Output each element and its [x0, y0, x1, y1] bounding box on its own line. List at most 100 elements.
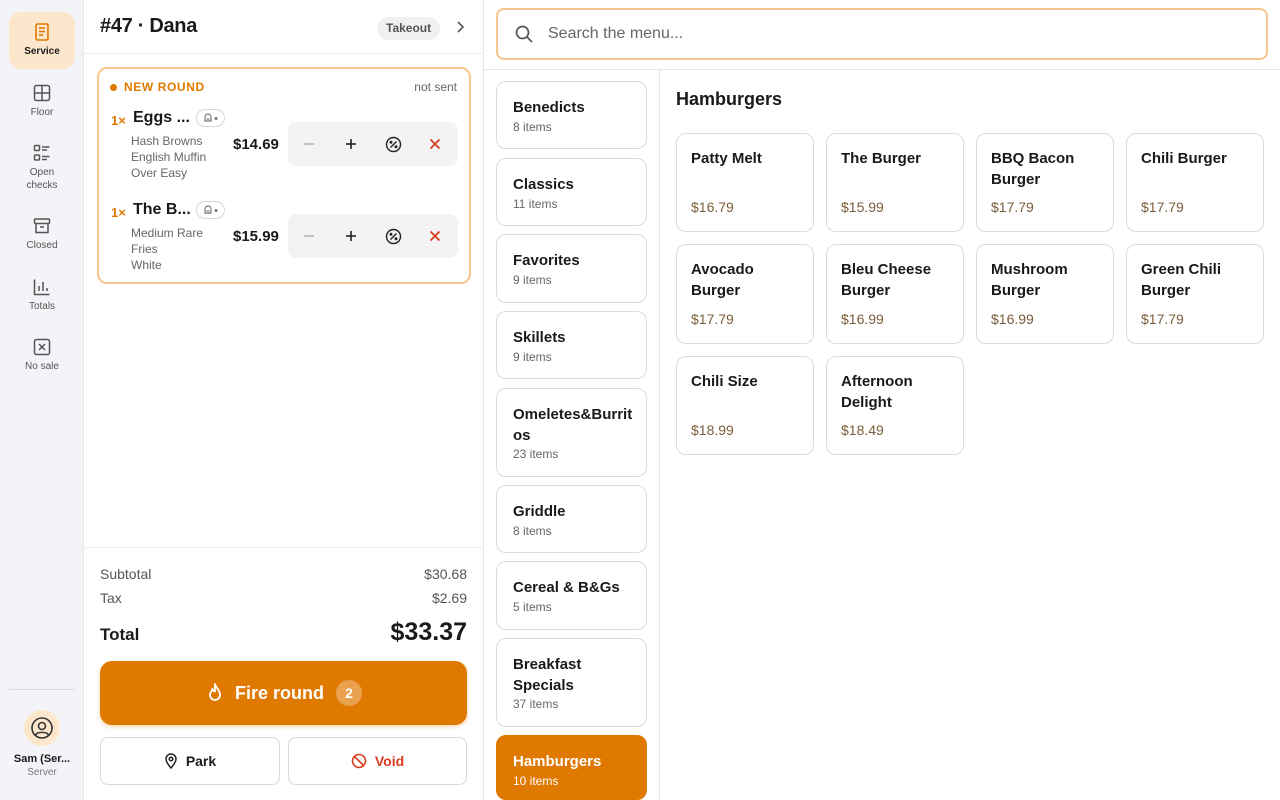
round-label: NEW ROUND [124, 80, 205, 94]
menu-item-name: Avocado Burger [691, 261, 754, 299]
menu-item-price: $17.79 [691, 311, 734, 327]
void-button[interactable]: Void [288, 737, 467, 785]
rail-item-label: Totals [28, 301, 56, 312]
rail-item-service[interactable]: Service [9, 12, 75, 69]
x-box-icon [33, 338, 51, 356]
menu-item-price: $16.99 [991, 311, 1034, 327]
plus-icon [346, 231, 356, 241]
menu-item-name: Green Chili Burger [1141, 261, 1222, 299]
subtotal-value: $30.68 [424, 566, 467, 582]
search-field[interactable] [496, 8, 1268, 60]
category-benedicts[interactable]: Benedicts 8 items [496, 81, 647, 149]
tax-label: Tax [100, 590, 122, 606]
order-type-badge[interactable]: Takeout [377, 17, 441, 40]
menu-section-title: Hamburgers [676, 89, 783, 109]
decrement-button[interactable] [299, 226, 319, 246]
increment-button[interactable] [341, 226, 361, 246]
total-label: Total [100, 625, 140, 644]
category-cereal[interactable]: Cereal & B&Gs 5 items [496, 561, 647, 630]
category-classics[interactable]: Classics 11 items [496, 158, 647, 226]
park-label: Park [185, 753, 217, 769]
search-input[interactable] [548, 25, 1228, 43]
item-quantity: 1× [111, 205, 126, 220]
category-count: 23 items [513, 447, 559, 461]
rail-item-closed[interactable]: Closed [9, 216, 75, 256]
rail-item-no-sale[interactable]: No sale [9, 337, 75, 377]
menu-item[interactable]: BBQ Bacon Burger $17.79 [976, 133, 1114, 232]
category-omeletes-burritos[interactable]: Omeletes&Burritos 23 items [496, 388, 647, 477]
category-griddle[interactable]: Griddle 8 items [496, 485, 647, 553]
order-header: #47 · Dana Takeout [84, 0, 484, 54]
menu-item[interactable]: The Burger $15.99 [826, 133, 964, 232]
item-price: $15.99 [233, 228, 279, 245]
discount-button[interactable] [383, 226, 403, 246]
pin-icon [165, 753, 177, 769]
category-count: 5 items [513, 600, 552, 614]
category-hamburgers[interactable]: Hamburgers 10 items [496, 735, 647, 800]
menu-item[interactable]: Afternoon Delight $18.49 [826, 356, 964, 455]
menu-item[interactable]: Patty Melt $16.79 [676, 133, 814, 232]
fire-count-badge: 2 [336, 680, 362, 706]
category-breakfast-specials[interactable]: Breakfast Specials 37 items [496, 638, 647, 727]
menu-item-price: $16.99 [841, 311, 884, 327]
discount-button[interactable] [383, 134, 403, 154]
item-controls [288, 122, 458, 166]
item-modifiers: Hash Browns English Muffin Over Easy [131, 133, 206, 181]
subtotal-label: Subtotal [100, 566, 152, 582]
discount-icon [385, 228, 401, 244]
category-count: 8 items [513, 524, 552, 538]
category-favorites[interactable]: Favorites 9 items [496, 234, 647, 303]
status-dot [110, 84, 117, 91]
rail-item-floor[interactable]: Floor [9, 83, 75, 123]
item-name: The B... [133, 201, 191, 218]
order-line-item[interactable]: 1× Eggs ... Hash Browns English Muffin O… [99, 103, 469, 180]
order-line-item[interactable]: 1× The B... Medium Rare Fries White $15.… [99, 195, 469, 272]
tax-value: $2.69 [431, 590, 467, 606]
rail-item-open-checks[interactable]: Open checks [9, 143, 75, 193]
category-name: Favorites [513, 252, 580, 269]
seat-chip[interactable] [196, 201, 225, 219]
category-name: Cereal & B&Gs [513, 579, 620, 596]
modifier: Over Easy [131, 166, 188, 180]
seat-icon [203, 113, 218, 122]
round-status: not sent [414, 80, 457, 94]
menu-item-price: $15.99 [841, 199, 884, 215]
category-count: 8 items [513, 120, 552, 134]
rail-item-label: Floor [30, 107, 54, 118]
category-name: Classics [513, 176, 574, 193]
menu-grid: Hamburgers Patty Melt $16.79 The Burger … [660, 70, 1280, 800]
user-role: Server [27, 767, 57, 778]
rail-item-totals[interactable]: Totals [9, 277, 75, 317]
remove-item-button[interactable] [425, 134, 445, 154]
modifier: White [131, 258, 162, 272]
category-name: Hamburgers [513, 753, 602, 770]
plus-icon [346, 139, 356, 149]
seat-chip[interactable] [196, 109, 225, 127]
menu-item[interactable]: Bleu Cheese Burger $16.99 [826, 244, 964, 344]
category-skillets[interactable]: Skillets 9 items [496, 311, 647, 379]
park-button[interactable]: Park [100, 737, 280, 785]
remove-item-button[interactable] [425, 226, 445, 246]
menu-item[interactable]: Avocado Burger $17.79 [676, 244, 814, 344]
fire-round-button[interactable]: Fire round 2 [100, 661, 467, 725]
menu-item[interactable]: Chili Burger $17.79 [1126, 133, 1264, 232]
discount-icon [385, 136, 401, 152]
chevron-right-icon[interactable] [452, 18, 468, 36]
category-list: Benedicts 8 items Classics 11 items Favo… [484, 70, 660, 800]
minus-icon [304, 235, 314, 237]
menu-item-name: Chili Size [691, 373, 758, 390]
order-totals: Subtotal $30.68 Tax $2.69 Total $33.37 F… [84, 547, 484, 800]
increment-button[interactable] [341, 134, 361, 154]
menu-item[interactable]: Chili Size $18.99 [676, 356, 814, 455]
menu-item[interactable]: Mushroom Burger $16.99 [976, 244, 1114, 344]
modifier: Medium Rare [131, 226, 204, 240]
avatar[interactable] [24, 710, 60, 746]
search-bar [484, 0, 1280, 70]
menu-item[interactable]: Green Chili Burger $17.79 [1126, 244, 1264, 344]
category-count: 11 items [513, 197, 558, 211]
order-panel: #47 · Dana Takeout NEW ROUND not sent 1×… [84, 0, 484, 800]
decrement-button[interactable] [299, 134, 319, 154]
rail-item-label: Open checks [26, 167, 58, 191]
rail-item-label: Closed [26, 240, 58, 251]
ban-icon [351, 753, 367, 769]
